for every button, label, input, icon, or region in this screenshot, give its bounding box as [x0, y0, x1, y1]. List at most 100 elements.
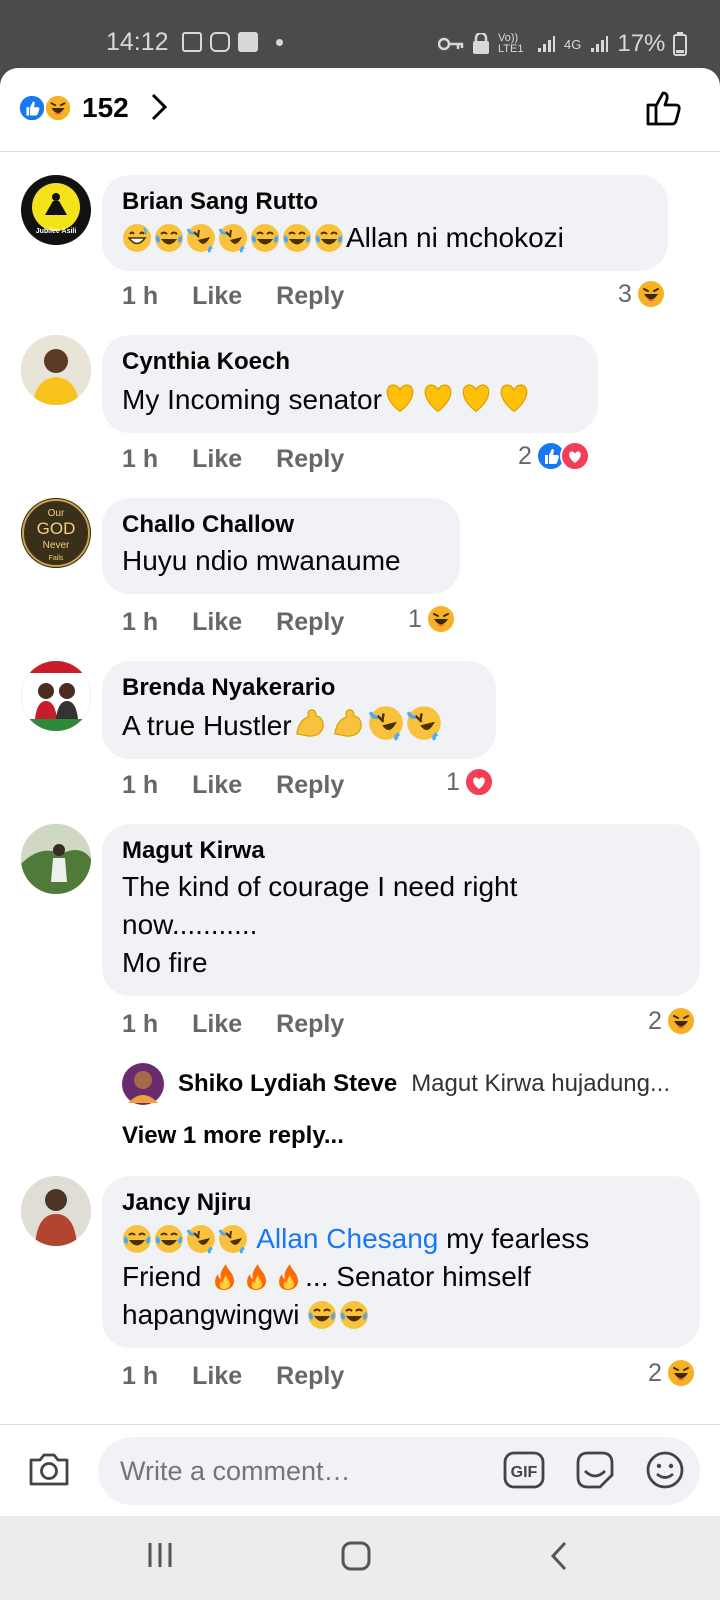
reaction-number: 1: [446, 767, 460, 796]
comment-bubble[interactable]: Magut Kirwa The kind of courage I need r…: [102, 824, 700, 996]
comment-list[interactable]: Jubilee Asili Brian Sang Rutto Allan ni …: [0, 152, 720, 1492]
reaction-summary[interactable]: 2: [648, 1358, 696, 1388]
haha-reaction-icon: [666, 1006, 696, 1036]
recents-icon[interactable]: [146, 1540, 174, 1570]
tears-emoji-icon: [282, 223, 312, 253]
comment-bubble[interactable]: Cynthia Koech My Incoming senator: [102, 335, 598, 433]
like-button[interactable]: Like: [192, 1362, 242, 1391]
haha-reaction-icon: [44, 94, 72, 122]
comment-actions: 1 h Like Reply: [122, 445, 344, 474]
comment-actions: 1 h Like Reply: [122, 771, 344, 800]
grin-emoji-icon: [122, 223, 152, 253]
comment-body: My Incoming senator: [122, 384, 382, 415]
comment-actions: 1 h Like Reply: [122, 1362, 344, 1391]
reply-author[interactable]: Shiko Lydiah Steve: [178, 1070, 397, 1098]
comment-text-line: Mo fire: [122, 947, 208, 978]
like-button[interactable]: Like: [192, 771, 242, 800]
reply-button[interactable]: Reply: [276, 1010, 344, 1039]
comment-text: My Incoming senator: [122, 379, 578, 419]
reply-button[interactable]: Reply: [276, 1362, 344, 1391]
comment-author[interactable]: Magut Kirwa: [122, 834, 680, 868]
home-icon[interactable]: [340, 1540, 372, 1572]
reaction-summary[interactable]: 2: [518, 441, 592, 471]
comment-bubble[interactable]: Brenda Nyakerario A true Hustler: [102, 661, 496, 759]
comment-body: Friend: [122, 1261, 210, 1292]
reply-button[interactable]: Reply: [276, 771, 344, 800]
comment-text-line: Allan Chesang my fearless: [122, 1220, 680, 1258]
like-button[interactable]: Like: [192, 608, 242, 637]
avatar[interactable]: [21, 1176, 91, 1246]
flexed-biceps-emoji-icon: [292, 705, 328, 741]
comment-body: my fearless: [438, 1223, 590, 1254]
comment-author[interactable]: Jancy Njiru: [122, 1186, 680, 1220]
camera-icon[interactable]: [28, 1449, 70, 1489]
reaction-summary[interactable]: 1: [446, 767, 494, 797]
system-nav-bar: [0, 1516, 720, 1600]
avatar[interactable]: Our GOD Never Fails: [21, 498, 91, 568]
reply-button[interactable]: Reply: [276, 282, 344, 311]
reaction-number: 3: [618, 279, 632, 308]
status-time: 14:12: [106, 28, 169, 56]
tears-emoji-icon: [154, 1224, 184, 1254]
comment-actions: 1 h Like Reply: [122, 608, 344, 637]
key-icon: [438, 37, 464, 51]
comment-time[interactable]: 1 h: [122, 771, 158, 800]
comment-bubble[interactable]: Challo Challow Huyu ndio mwanaume: [102, 498, 460, 594]
comment-author[interactable]: Brian Sang Rutto: [122, 185, 648, 219]
smiley-icon[interactable]: [644, 1449, 686, 1491]
back-icon[interactable]: [548, 1540, 570, 1572]
like-button[interactable]: Like: [192, 282, 242, 311]
avatar[interactable]: [21, 661, 91, 731]
comment-time[interactable]: 1 h: [122, 1362, 158, 1391]
reply-preview[interactable]: Shiko Lydiah Steve Magut Kirwa hujadung.…: [122, 1063, 670, 1105]
reply-text: Magut Kirwa hujadung...: [411, 1070, 671, 1097]
avatar-logo-text: Fails: [49, 555, 64, 562]
reaction-summary[interactable]: 2: [648, 1006, 696, 1036]
tears-emoji-icon: [339, 1300, 369, 1330]
avatar[interactable]: [122, 1063, 164, 1105]
avatar-logo-text: Never: [43, 540, 70, 551]
yellow-heart-emoji-icon: [458, 379, 494, 415]
mention-link[interactable]: Allan Chesang: [256, 1223, 438, 1254]
tears-emoji-icon: [122, 1224, 152, 1254]
facebook-icon: [238, 32, 258, 52]
svg-text:GIF: GIF: [511, 1464, 538, 1481]
avatar[interactable]: [21, 335, 91, 405]
reaction-count[interactable]: 152: [82, 92, 129, 124]
view-more-replies-link[interactable]: View 1 more reply...: [122, 1122, 344, 1150]
comment-time[interactable]: 1 h: [122, 445, 158, 474]
system-icons: Vo)) LTE1 4G 17%: [438, 30, 688, 58]
gif-icon[interactable]: GIF: [503, 1449, 545, 1491]
reaction-summary[interactable]: 1: [408, 604, 456, 634]
comment-time[interactable]: 1 h: [122, 1010, 158, 1039]
signal-2-icon: [591, 36, 609, 52]
comment-author[interactable]: Brenda Nyakerario: [122, 671, 476, 705]
comment-text-line: The kind of courage I need right: [122, 871, 518, 902]
flexed-biceps-emoji-icon: [330, 705, 366, 741]
instagram-icon: [210, 32, 230, 52]
reaction-summary[interactable]: 3: [618, 279, 666, 309]
like-button[interactable]: Like: [192, 445, 242, 474]
comment-bubble[interactable]: Jancy Njiru Allan Chesang my fearless Fr…: [102, 1176, 700, 1348]
comment-time[interactable]: 1 h: [122, 608, 158, 637]
reply-button[interactable]: Reply: [276, 608, 344, 637]
comment-bubble[interactable]: Brian Sang Rutto Allan ni mchokozi: [102, 175, 668, 271]
lock-icon: [473, 33, 489, 54]
comment-actions: 1 h Like Reply: [122, 282, 344, 311]
avatar[interactable]: [21, 824, 91, 894]
comment-time[interactable]: 1 h: [122, 282, 158, 311]
avatar[interactable]: Jubilee Asili: [21, 175, 91, 245]
reaction-number: 2: [518, 441, 532, 470]
chevron-right-icon[interactable]: [148, 92, 170, 122]
sticker-icon[interactable]: [574, 1449, 616, 1491]
thumbs-up-outline-icon[interactable]: [644, 88, 684, 128]
reaction-summary-icons[interactable]: [18, 92, 78, 124]
fire-emoji-icon: [209, 1262, 239, 1292]
reaction-number: 1: [408, 604, 422, 633]
reply-button[interactable]: Reply: [276, 445, 344, 474]
comment-author[interactable]: Challo Challow: [122, 508, 440, 542]
like-button[interactable]: Like: [192, 1010, 242, 1039]
comment-author[interactable]: Cynthia Koech: [122, 345, 578, 379]
volte-label: Vo)) LTE1: [498, 32, 524, 55]
comment-body: ... Senator himself: [305, 1261, 531, 1292]
